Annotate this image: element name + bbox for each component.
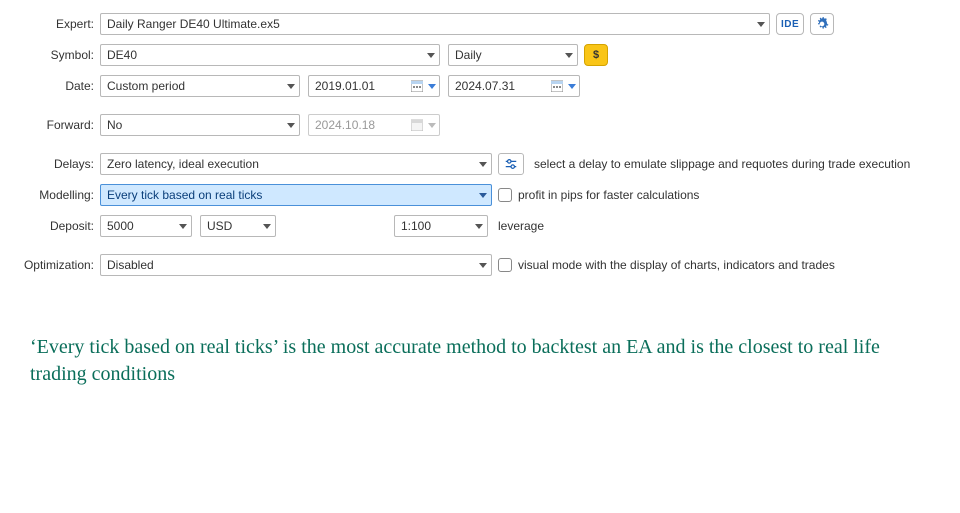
chevron-down-icon xyxy=(428,118,436,132)
delays-desc: select a delay to emulate slippage and r… xyxy=(534,157,910,171)
deposit-currency-value: USD xyxy=(207,219,232,233)
visual-checkbox[interactable] xyxy=(498,258,512,272)
optimization-value: Disabled xyxy=(107,258,154,272)
settings-button[interactable] xyxy=(810,13,834,35)
leverage-value: 1:100 xyxy=(401,219,431,233)
gear-icon xyxy=(815,17,829,31)
expert-label: Expert: xyxy=(10,17,100,31)
leverage-select[interactable]: 1:100 xyxy=(394,215,488,237)
forward-select[interactable]: No xyxy=(100,114,300,136)
date-to-input[interactable]: 2024.07.31 xyxy=(448,75,580,97)
expert-value: Daily Ranger DE40 Ultimate.ex5 xyxy=(107,17,280,31)
pips-label: profit in pips for faster calculations xyxy=(518,188,699,202)
sliders-icon xyxy=(504,157,518,171)
modelling-label: Modelling: xyxy=(10,188,100,202)
pips-checkbox[interactable] xyxy=(498,188,512,202)
deposit-amount-value: 5000 xyxy=(107,219,134,233)
timeframe-select[interactable]: Daily xyxy=(448,44,578,66)
chevron-down-icon xyxy=(427,48,435,62)
chevron-down-icon xyxy=(287,79,295,93)
leverage-label: leverage xyxy=(498,219,544,233)
optimization-label: Optimization: xyxy=(10,258,100,272)
chevron-down-icon xyxy=(757,17,765,31)
forward-value: No xyxy=(107,118,122,132)
chevron-down-icon xyxy=(479,258,487,272)
modelling-value: Every tick based on real ticks xyxy=(107,188,262,202)
delays-select[interactable]: Zero latency, ideal execution xyxy=(100,153,492,175)
timeframe-value: Daily xyxy=(455,48,482,62)
optimization-select[interactable]: Disabled xyxy=(100,254,492,276)
expert-select[interactable]: Daily Ranger DE40 Ultimate.ex5 xyxy=(100,13,770,35)
date-period-value: Custom period xyxy=(107,79,185,93)
calendar-icon xyxy=(551,80,563,92)
deposit-amount-select[interactable]: 5000 xyxy=(100,215,192,237)
ide-button[interactable]: IDE xyxy=(776,13,804,35)
forward-date-value: 2024.10.18 xyxy=(315,118,375,132)
chevron-down-icon xyxy=(428,79,436,93)
date-period-select[interactable]: Custom period xyxy=(100,75,300,97)
date-to-value: 2024.07.31 xyxy=(455,79,515,93)
delays-value: Zero latency, ideal execution xyxy=(107,157,259,171)
delays-label: Delays: xyxy=(10,157,100,171)
date-from-value: 2019.01.01 xyxy=(315,79,375,93)
swap-button[interactable] xyxy=(498,153,524,175)
chevron-down-icon xyxy=(568,79,576,93)
symbol-label: Symbol: xyxy=(10,48,100,62)
calendar-icon xyxy=(411,80,423,92)
date-label: Date: xyxy=(10,79,100,93)
date-from-input[interactable]: 2019.01.01 xyxy=(308,75,440,97)
chevron-down-icon xyxy=(565,48,573,62)
deposit-currency-select[interactable]: USD xyxy=(200,215,276,237)
chevron-down-icon xyxy=(287,118,295,132)
chevron-down-icon xyxy=(475,219,483,233)
forward-label: Forward: xyxy=(10,118,100,132)
symbol-select[interactable]: DE40 xyxy=(100,44,440,66)
forward-date-input: 2024.10.18 xyxy=(308,114,440,136)
chevron-down-icon xyxy=(263,219,271,233)
caption-text: ‘Every tick based on real ticks’ is the … xyxy=(0,294,920,388)
deposit-label: Deposit: xyxy=(10,219,100,233)
symbol-value: DE40 xyxy=(107,48,137,62)
chevron-down-icon xyxy=(479,188,487,202)
dollar-button[interactable]: $ xyxy=(584,44,608,66)
calendar-icon xyxy=(411,119,423,131)
modelling-select[interactable]: Every tick based on real ticks xyxy=(100,184,492,206)
chevron-down-icon xyxy=(479,157,487,171)
chevron-down-icon xyxy=(179,219,187,233)
visual-label: visual mode with the display of charts, … xyxy=(518,258,835,272)
